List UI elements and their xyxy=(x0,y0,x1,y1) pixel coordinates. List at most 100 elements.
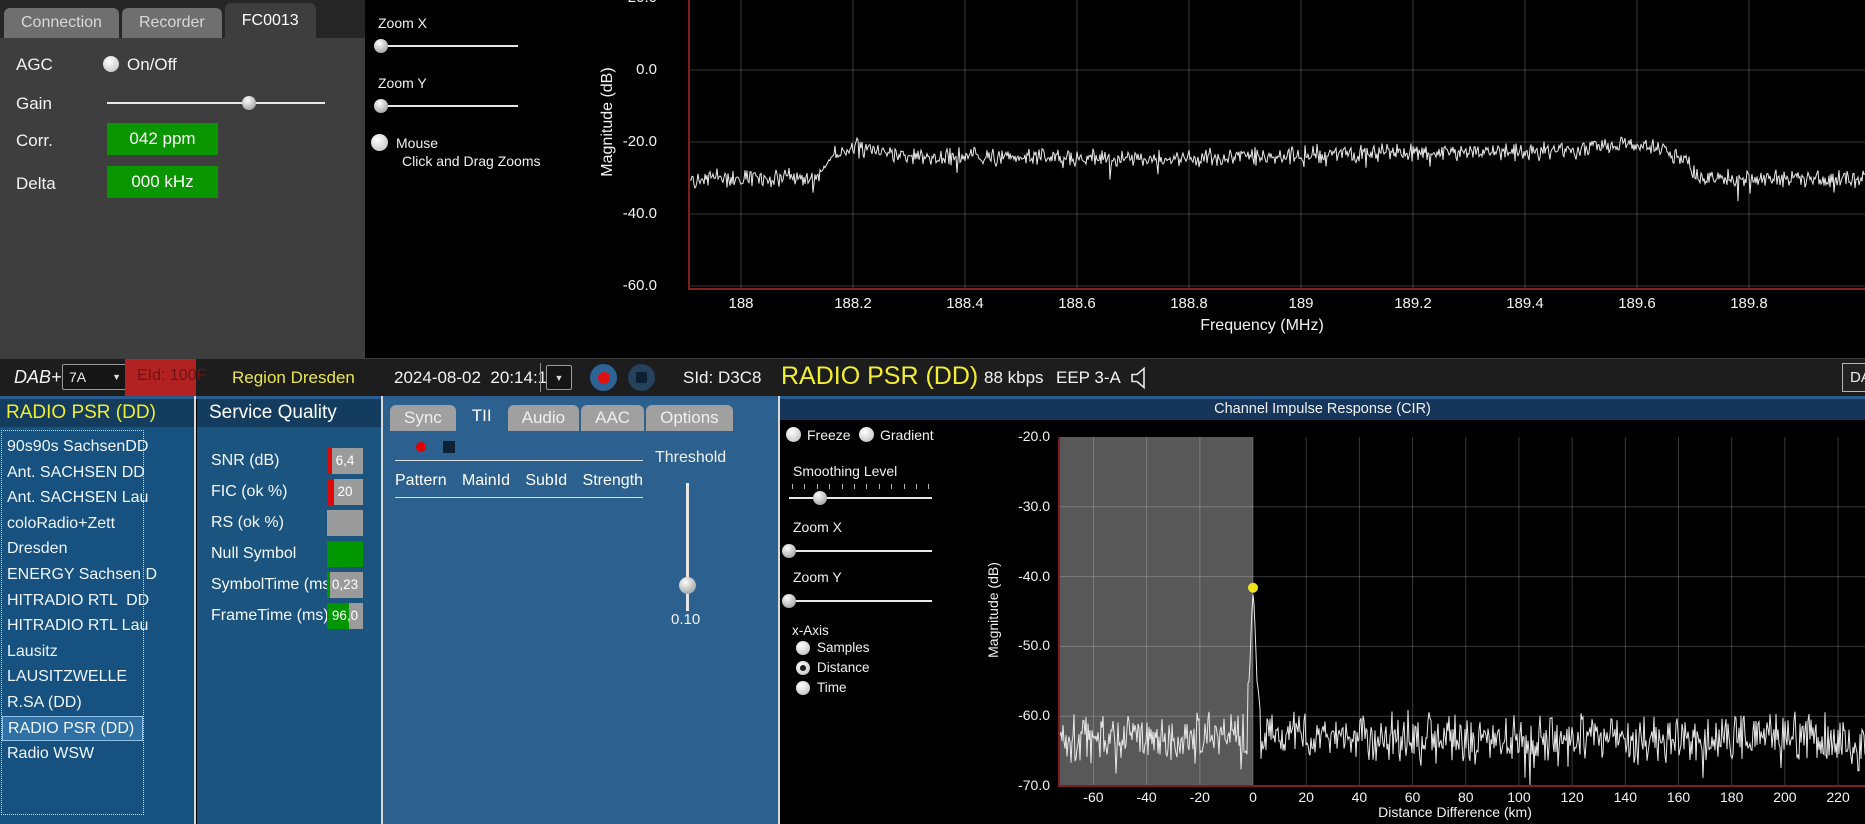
cir-zoom-x-knob[interactable] xyxy=(782,544,796,558)
stop-icon xyxy=(636,372,647,383)
station-list-item[interactable]: 90s90s SachsenDD xyxy=(2,434,148,460)
sq-row-bar: 20 xyxy=(327,479,363,505)
status-bar: DAB+ 7A ▼ EId: 100F Region Dresden 2024-… xyxy=(0,358,1865,396)
spectrum-plot[interactable] xyxy=(687,0,1865,290)
xaxis-radio-time[interactable] xyxy=(796,681,810,695)
station-list-item[interactable]: HITRADIO RTL DD xyxy=(2,588,149,614)
corr-label: Corr. xyxy=(16,131,53,150)
station-list-item[interactable]: Dresden xyxy=(2,536,143,562)
device-tab-recorder[interactable]: Recorder xyxy=(121,8,222,38)
channel-value: 7A xyxy=(69,369,87,385)
x-tick-label: 140 xyxy=(1613,789,1637,805)
device-tab-fc0013[interactable]: FC0013 xyxy=(224,3,316,38)
tii-tab-audio[interactable]: Audio xyxy=(507,405,580,431)
record-button[interactable] xyxy=(590,364,617,391)
tii-column-header: MainId xyxy=(461,472,510,489)
spectrum-zoom-x-knob[interactable] xyxy=(374,39,388,53)
tii-tab-sync[interactable]: Sync xyxy=(390,405,456,431)
xaxis-radio-samples[interactable] xyxy=(796,641,810,655)
y-tick-label: -40.0 xyxy=(622,205,657,222)
x-tick-label: -20 xyxy=(1189,789,1210,805)
smoothing-slider-knob[interactable] xyxy=(813,491,828,505)
region-label: Region Dresden xyxy=(232,368,355,387)
gain-slider-track[interactable] xyxy=(107,102,325,104)
xaxis-radio-distance[interactable] xyxy=(796,661,810,675)
x-tick-label: 80 xyxy=(1457,789,1474,805)
station-list-item[interactable]: R.SA (DD) xyxy=(2,690,143,716)
y-tick-label: -70.0 xyxy=(1018,777,1050,793)
tii-table-header: Pattern MainId SubId Strength xyxy=(395,472,643,498)
tii-tab-tii[interactable]: TII xyxy=(457,400,506,431)
threshold-label: Threshold xyxy=(655,449,727,466)
y-tick-label: -60.0 xyxy=(622,277,657,294)
sq-row-bar: 6,4 xyxy=(327,448,363,474)
frame-indicator-square xyxy=(443,441,455,453)
station-list-item[interactable]: Radio WSW xyxy=(2,741,143,767)
dropdown-button[interactable]: ▼ xyxy=(546,365,572,390)
y-tick-label: -40.0 xyxy=(1018,567,1050,584)
x-tick-label: 220 xyxy=(1826,789,1850,805)
cir-zoom-y-track[interactable] xyxy=(789,600,932,602)
station-list-item[interactable]: HITRADIO RTL Lau xyxy=(2,613,148,639)
tii-tab-options[interactable]: Options xyxy=(646,405,733,431)
freeze-radio[interactable] xyxy=(786,427,801,442)
y-tick-label: -30.0 xyxy=(1018,497,1050,514)
x-tick-label: 189.2 xyxy=(1394,295,1432,312)
sq-row-value: 6,4 xyxy=(335,453,355,468)
gain-slider-knob[interactable] xyxy=(241,96,256,110)
tii-column-header: SubId xyxy=(525,472,568,489)
service-quality-title: Service Quality xyxy=(197,399,381,427)
sq-row-label: FrameTime (ms) xyxy=(211,607,329,624)
smoothing-tick xyxy=(841,484,843,489)
sq-row-label: SNR (dB) xyxy=(211,452,280,469)
bitrate-label: 88 kbps xyxy=(984,368,1044,387)
device-tab-bar: Connection Recorder FC0013 xyxy=(0,0,365,38)
x-tick-label: -40 xyxy=(1136,789,1157,805)
cir-plot[interactable] xyxy=(1057,437,1865,787)
smoothing-tick xyxy=(878,484,880,489)
spectrum-zoom-y-track[interactable] xyxy=(378,105,518,107)
x-tick-label: 180 xyxy=(1720,789,1744,805)
stop-button[interactable] xyxy=(628,364,655,391)
station-list-item[interactable]: RADIO PSR (DD) xyxy=(2,715,143,742)
x-tick-label: 200 xyxy=(1773,789,1797,805)
x-tick-label: 120 xyxy=(1560,789,1584,805)
station-list[interactable]: 90s90s SachsenDD Ant. SACHSEN DD Ant. SACH… xyxy=(1,430,157,815)
station-list-item[interactable]: coloRadio+Zett xyxy=(2,511,143,537)
agc-label: AGC xyxy=(16,55,53,74)
gradient-radio[interactable] xyxy=(859,427,874,442)
tii-tab-aac[interactable]: AAC xyxy=(581,405,645,431)
station-list-item[interactable]: LAUSITZWELLE xyxy=(2,664,143,690)
y-tick-label: -60.0 xyxy=(1018,707,1050,724)
threshold-slider-knob[interactable] xyxy=(679,577,696,595)
smoothing-tick xyxy=(854,484,855,489)
channel-select[interactable]: 7A ▼ xyxy=(62,364,128,390)
spectrum-zoom-x-label: Zoom X xyxy=(378,15,428,31)
station-list-item[interactable]: Lausitz xyxy=(2,639,143,665)
xaxis-option-label: Time xyxy=(817,680,847,695)
radio-dot xyxy=(800,665,806,671)
station-list-item[interactable]: Ant. SACHSEN DD xyxy=(2,460,145,486)
sq-row-bar xyxy=(327,510,363,536)
spectrum-zoom-x-track[interactable] xyxy=(378,45,518,47)
sq-row-value: 0,23 xyxy=(331,577,359,592)
mouse-zoom-hint: Click and Drag Zooms xyxy=(402,153,541,169)
sq-bar-segment xyxy=(327,510,363,536)
cir-zoom-x-track[interactable] xyxy=(789,550,932,552)
x-tick-label: 20 xyxy=(1298,789,1314,805)
smoothing-slider-track[interactable] xyxy=(789,497,932,499)
corner-button[interactable]: DA xyxy=(1842,363,1865,392)
cir-zoom-y-knob[interactable] xyxy=(782,594,796,608)
sq-row-label: SymbolTime (ms) xyxy=(211,576,336,593)
x-tick-label: 60 xyxy=(1404,789,1421,805)
spectrum-zoom-y-knob[interactable] xyxy=(374,99,388,113)
cir-chart-svg xyxy=(1057,437,1865,787)
station-list-item[interactable]: ENERGY Sachsen D xyxy=(2,562,157,588)
station-list-item[interactable]: Ant. SACHSEN Lau xyxy=(2,485,148,511)
mouse-zoom-radio[interactable] xyxy=(371,134,388,151)
freeze-label: Freeze xyxy=(807,427,851,443)
speaker-icon[interactable] xyxy=(1128,366,1152,395)
device-tab-connection[interactable]: Connection xyxy=(4,8,119,38)
status-separator xyxy=(540,363,541,392)
agc-radio[interactable] xyxy=(103,56,119,72)
